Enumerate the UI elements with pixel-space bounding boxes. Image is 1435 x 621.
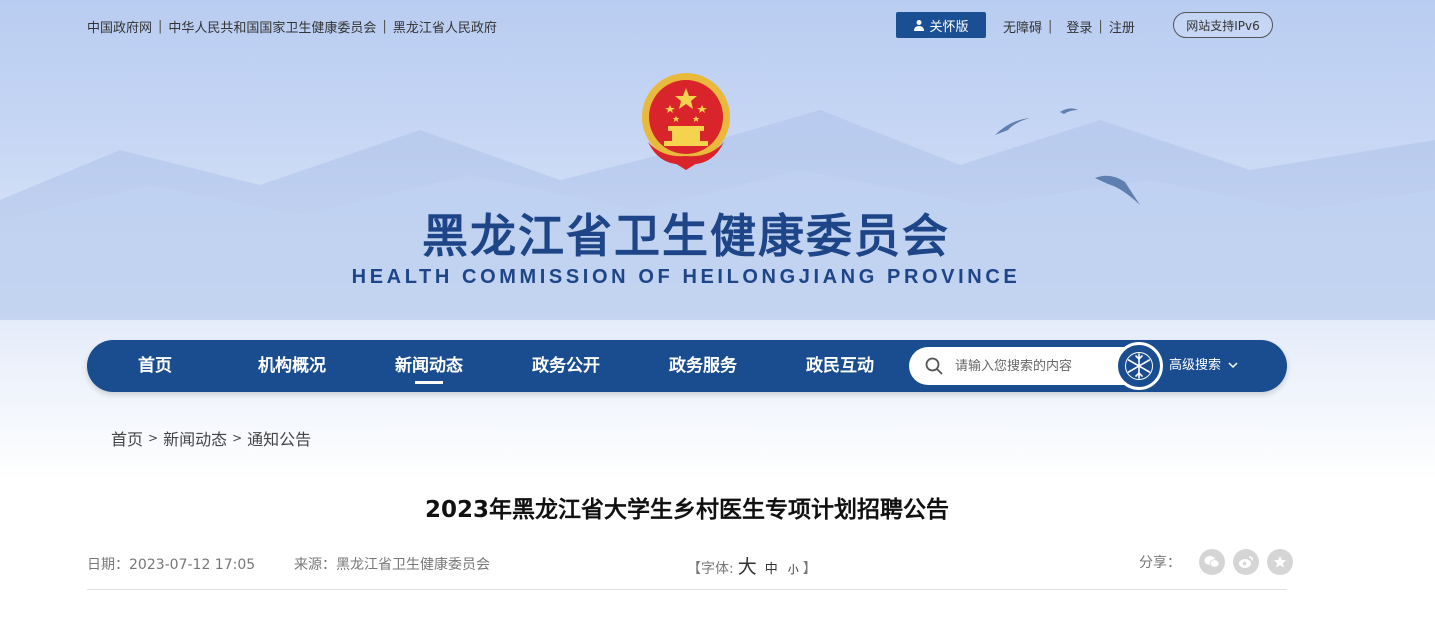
article-source: 来源：黑龙江省卫生健康委员会: [294, 554, 490, 574]
weibo-share-button[interactable]: [1233, 549, 1259, 575]
font-size-close: 】: [802, 561, 817, 577]
share-bar: 分享：: [1139, 549, 1293, 575]
meta-divider: [87, 589, 1287, 590]
nav-item-home[interactable]: 首页: [100, 340, 210, 392]
nav-item-about[interactable]: 机构概况: [237, 340, 347, 392]
separator: |: [158, 19, 163, 34]
separator: |: [1048, 19, 1053, 34]
separator: |: [382, 19, 387, 34]
register-link[interactable]: 注册: [1109, 17, 1135, 36]
search-icon: [925, 357, 943, 375]
external-links: 中国政府网 | 中华人民共和国国家卫生健康委员会 | 黑龙江省人民政府: [87, 17, 497, 36]
search-box: [909, 347, 1137, 385]
font-medium-button[interactable]: 中: [765, 558, 778, 577]
accessibility-link[interactable]: 无障碍: [1003, 17, 1042, 36]
article-meta: 日期：2023-07-12 17:05 来源：黑龙江省卫生健康委员会 【字体: …: [87, 549, 1293, 579]
font-size-label: 【字体:: [687, 561, 734, 577]
care-mode-button[interactable]: 关怀版: [896, 12, 986, 38]
article-title: 2023年黑龙江省大学生乡村医生专项计划招聘公告: [424, 497, 949, 523]
share-label: 分享：: [1139, 555, 1181, 571]
font-large-button[interactable]: 大: [738, 552, 757, 579]
main-nav: 首页 机构概况 新闻动态 政务公开 政务服务 政民互动 高级搜索: [87, 340, 1287, 392]
search-submit-button[interactable]: [1115, 342, 1163, 390]
advanced-search-label: 高级搜索: [1169, 358, 1222, 373]
user-links: 无障碍 | 登录 | 注册: [1003, 17, 1135, 36]
chevron-down-icon: [1228, 362, 1238, 369]
link-hlj-gov[interactable]: 黑龙江省人民政府: [393, 17, 497, 36]
font-size-control: 【字体: 大 中 小 】: [687, 552, 817, 579]
login-link[interactable]: 登录: [1066, 17, 1092, 36]
link-gov-cn[interactable]: 中国政府网: [87, 17, 152, 36]
top-bar: 中国政府网 | 中华人民共和国国家卫生健康委员会 | 黑龙江省人民政府 关怀版 …: [87, 12, 1287, 38]
font-small-button[interactable]: 小: [788, 561, 799, 577]
national-emblem: [642, 73, 730, 170]
source-label: 来源：: [294, 557, 336, 573]
site-title: 黑龙江省卫生健康委员会: [422, 209, 950, 263]
breadcrumb-separator: >: [148, 431, 159, 445]
nav-item-news[interactable]: 新闻动态: [374, 340, 484, 392]
date-value: 2023-07-12 17:05: [129, 557, 256, 573]
breadcrumb-notices[interactable]: 通知公告: [247, 426, 311, 450]
breadcrumb: 首页 > 新闻动态 > 通知公告: [111, 426, 311, 450]
snowflake-icon: [1125, 352, 1153, 380]
breadcrumb-home[interactable]: 首页: [111, 426, 143, 450]
breadcrumb-news[interactable]: 新闻动态: [163, 426, 227, 450]
separator: |: [1098, 19, 1103, 34]
ipv6-badge[interactable]: 网站支持IPv6: [1173, 12, 1273, 38]
favorite-share-button[interactable]: [1267, 549, 1293, 575]
favorite-icon: [1274, 556, 1286, 568]
nav-item-gov-affairs[interactable]: 政务公开: [511, 340, 621, 392]
nav-item-gov-services[interactable]: 政务服务: [648, 340, 758, 392]
article-date: 日期：2023-07-12 17:05: [87, 554, 255, 574]
link-nhc[interactable]: 中华人民共和国国家卫生健康委员会: [168, 17, 376, 36]
date-label: 日期：: [87, 557, 129, 573]
search-input[interactable]: [955, 358, 1115, 374]
source-value: 黑龙江省卫生健康委员会: [336, 557, 490, 573]
weibo-icon: [1239, 556, 1254, 568]
wechat-share-button[interactable]: [1199, 549, 1225, 575]
site-subtitle: HEALTH COMMISSION OF HEILONGJIANG PROVIN…: [351, 266, 1021, 288]
person-icon: [914, 20, 925, 31]
care-mode-label: 关怀版: [929, 19, 969, 35]
breadcrumb-separator: >: [232, 431, 243, 445]
nav-item-interaction[interactable]: 政民互动: [785, 340, 895, 392]
advanced-search-dropdown[interactable]: 高级搜索: [1169, 340, 1238, 392]
wechat-icon: [1204, 556, 1220, 568]
